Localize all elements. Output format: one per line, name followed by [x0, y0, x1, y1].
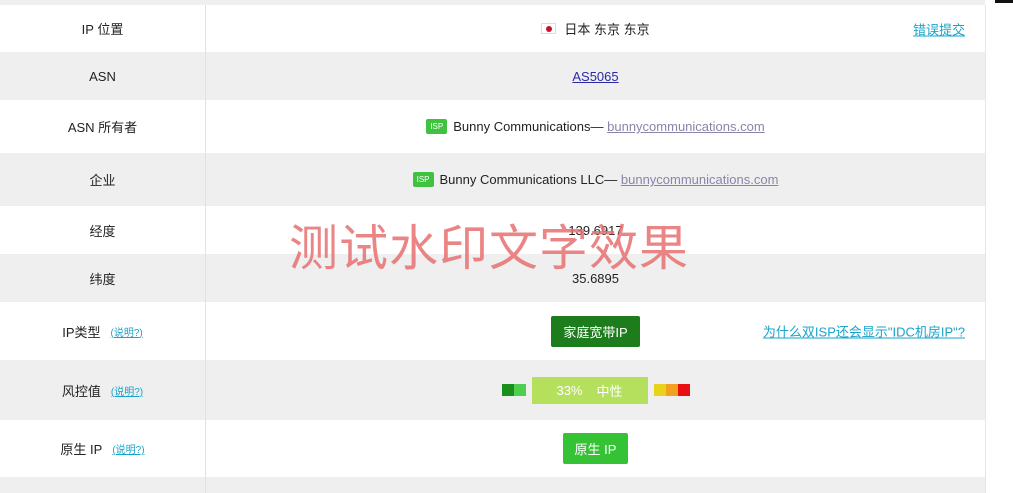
latitude-label: 纬度: [89, 271, 116, 287]
label-cell: IP 位置: [0, 5, 206, 52]
ip-location-label: IP 位置: [81, 22, 124, 37]
enterprise-domain-link[interactable]: bunnycommunications.com: [621, 172, 779, 187]
ip-type-badge: 家庭宽带IP: [551, 315, 640, 347]
risk-percent: 33%: [556, 382, 583, 398]
value-cell: 原生 IP: [206, 420, 985, 477]
label-cell: ASN 所有者: [0, 100, 206, 153]
isp-badge: ISP: [412, 172, 434, 187]
row-risk: 风控值 (说明?) 33% 中性: [0, 360, 985, 420]
value-cell: ISP Bunny Communications— bunnycommunica…: [206, 100, 985, 153]
label-cell: 经度: [0, 206, 206, 254]
japan-flag-icon: [541, 23, 557, 34]
value-cell: [206, 477, 985, 493]
risk-meter: 33% 中性: [501, 376, 690, 404]
label-cell: 纬度: [0, 254, 206, 302]
ip-type-label: IP类型: [62, 324, 101, 340]
label-cell: 企业: [0, 153, 206, 206]
ip-location-value: 日本 东京 东京: [564, 22, 650, 37]
row-longitude: 经度 139.6917: [0, 206, 985, 254]
risk-level: 中性: [596, 383, 623, 399]
label-cell: ASN: [0, 52, 206, 100]
asn-owner-domain-link[interactable]: bunnycommunications.com: [607, 119, 765, 134]
value-cell: ISP Bunny Communications LLC— bunnycommu…: [206, 153, 985, 206]
value-cell: 33% 中性: [206, 360, 985, 420]
risk-score-bar: 33% 中性: [531, 376, 648, 404]
latitude-value: 35.6895: [572, 270, 619, 286]
row-native-ip: 原生 IP (说明?) 原生 IP: [0, 420, 985, 477]
label-cell: 风控值 (说明?): [0, 360, 206, 420]
value-cell: AS5065: [206, 52, 985, 100]
risk-help-link[interactable]: (说明?): [111, 383, 143, 398]
native-ip-label: 原生 IP: [60, 442, 103, 457]
row-asn-owner: ASN 所有者 ISP Bunny Communications— bunnyc…: [0, 100, 985, 153]
value-cell: 139.6917: [206, 206, 985, 254]
native-ip-badge: 原生 IP: [562, 433, 629, 464]
risk-segment-high-orange: [665, 384, 678, 396]
longitude-value: 139.6917: [568, 222, 623, 238]
longitude-label: 经度: [89, 223, 116, 239]
asn-owner-name: Bunny Communications—: [453, 119, 604, 134]
enterprise-label: 企业: [89, 173, 116, 188]
row-asn: ASN AS5065: [0, 52, 985, 100]
enterprise-name: Bunny Communications LLC—: [439, 172, 618, 187]
row-partial: [0, 477, 985, 493]
asn-label: ASN: [89, 68, 116, 84]
risk-segment-high-red: [677, 384, 690, 396]
risk-segment-high-yellow: [653, 384, 666, 396]
row-ip-type: IP类型 (说明?) 家庭宽带IP 为什么双ISP还会显示"IDC机房IP"?: [0, 302, 985, 360]
label-cell: [0, 477, 206, 493]
report-error-link[interactable]: 错误提交: [913, 19, 965, 38]
risk-label: 风控值: [61, 383, 101, 399]
risk-segment-low-dark: [501, 384, 514, 396]
row-enterprise: 企业 ISP Bunny Communications LLC— bunnyco…: [0, 153, 985, 206]
isp-badge: ISP: [426, 119, 448, 134]
label-cell: 原生 IP (说明?): [0, 420, 206, 477]
ip-info-table: IP 位置 日本 东京 东京 错误提交 ASN AS5065 ASN 所有者 I…: [0, 5, 986, 493]
row-latitude: 纬度 35.6895: [0, 254, 985, 302]
label-cell: IP类型 (说明?): [0, 302, 206, 360]
risk-segment-low-light: [513, 384, 526, 396]
value-cell: 35.6895: [206, 254, 985, 302]
native-ip-help-link[interactable]: (说明?): [112, 441, 144, 456]
dual-isp-question-link[interactable]: 为什么双ISP还会显示"IDC机房IP"?: [763, 322, 965, 341]
asn-link[interactable]: AS5065: [572, 69, 618, 84]
row-ip-location: IP 位置 日本 东京 东京 错误提交: [0, 5, 985, 52]
asn-owner-label: ASN 所有者: [67, 120, 138, 135]
ip-type-help-link[interactable]: (说明?): [111, 324, 143, 339]
window-edge: [995, 0, 1013, 3]
value-cell: 日本 东京 东京: [206, 5, 985, 52]
